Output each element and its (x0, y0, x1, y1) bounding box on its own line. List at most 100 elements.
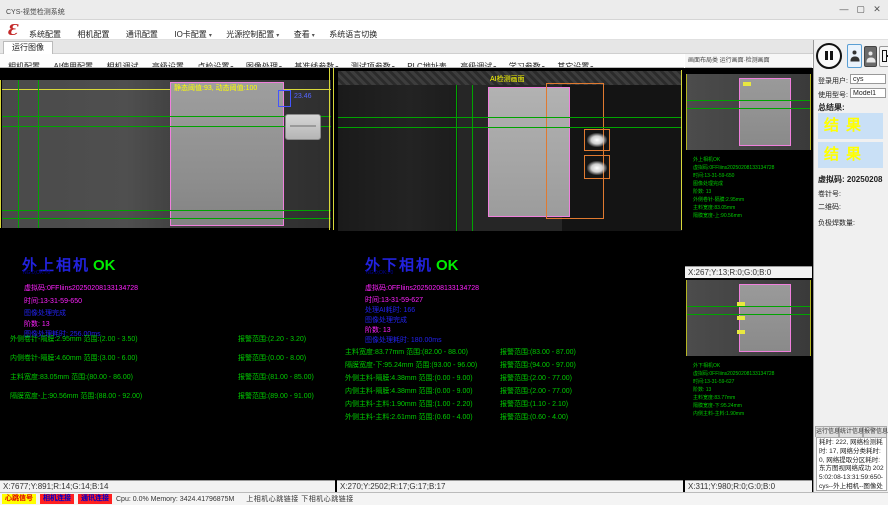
green-guide-line (338, 117, 682, 118)
neg-weld-count-label: 负极焊数量: (818, 218, 855, 228)
mini-view-bottom: 外下相机OK虚拟码:0FFIiins20250208133134728时间:13… (685, 278, 812, 492)
cpu-memory-text: Cpu: 0.0% Memory: 3424.41796875M (116, 496, 234, 503)
maximize-button[interactable]: ▢ (853, 4, 867, 15)
title-bar: CYS-视觉检测系统 — ▢ ✕ (0, 0, 888, 20)
close-button[interactable]: ✕ (870, 4, 884, 15)
toolbar-item[interactable]: 高级设置 (148, 61, 189, 68)
ai-detect-box (546, 83, 604, 219)
toolbar: 相机配置 AI使用配置 相机调试 高级设置 点检设置▾ 图像处理▾ 基准线参数▾… (0, 54, 684, 68)
mini-info-line: 主料宽度:83.77mm (693, 394, 774, 402)
virtual-code-value: 20250208 (847, 175, 883, 184)
machine-part (338, 85, 458, 231)
overlay-mark (737, 316, 745, 320)
tab-strip: 运行图像 (0, 40, 813, 54)
camera-image-middle[interactable]: AI检测画面 (338, 71, 682, 231)
toolbar-item[interactable]: 相机配置 (4, 61, 45, 68)
login-user-label: 登录用户: (818, 76, 848, 86)
toolbar-item[interactable]: 点检设置▾ (193, 61, 237, 68)
layout-selector-bar[interactable]: 画面布局类 运行画面·检测画面 (685, 54, 812, 68)
toolbar-item[interactable]: 高级调试▾ (456, 61, 500, 68)
exit-button[interactable] (879, 46, 888, 67)
material-region (170, 82, 284, 226)
barcode-text: 虚拟码:0FFIiins20250208133134728 (365, 283, 479, 293)
measurement-row: 内侧主料-主料:1.90mm 范围:(1.00 - 2.20) 报警范围:(1.… (345, 401, 576, 408)
menu-item[interactable]: IO卡配置▾ (169, 29, 216, 40)
camera-connection-badge: 相机连接 (40, 494, 74, 504)
green-guide-line (2, 116, 331, 117)
green-guide-line (687, 306, 810, 307)
sidebar: 登录用户: 使用型号: 总结果: 结果 结果 虚拟码: 20250208 卷针号… (813, 40, 888, 492)
status-bar: 心跳信号 相机连接 通讯连接 Cpu: 0.0% Memory: 3424.41… (0, 492, 888, 505)
measurement-row: 主料宽度:83.05mm 范围:(80.00 - 86.00) 报警范围:(81… (10, 374, 314, 381)
camera-heartbeat-text: 上相机心跳链接 下相机心跳链接 (246, 494, 353, 504)
virtual-code-row: 虚拟码: 20250208 (818, 174, 883, 185)
mini-info-line: 虚拟码:0FFIiins20250208133134728 (693, 370, 774, 378)
user-login-button[interactable] (847, 44, 862, 68)
chevron-down-icon: ▾ (209, 33, 212, 39)
toolbar-item[interactable]: PLC地址表 (403, 61, 452, 68)
ok-status: OK (436, 257, 459, 274)
process-done-text: 图像处理完成 (365, 315, 407, 325)
toolbar-item[interactable]: 学习参数▾ (505, 61, 549, 68)
weld-spot (587, 161, 607, 175)
toolbar-item[interactable]: AI使用配置 (49, 61, 98, 68)
model-field[interactable] (850, 88, 886, 98)
ok-status: OK (93, 257, 116, 274)
comm-connection-badge: 通讯连接 (78, 494, 112, 504)
elapsed-text: 图像处理耗时: 180.00ms (365, 335, 442, 345)
toolbar-item[interactable]: 图像处理▾ (242, 61, 286, 68)
measurement-row: 隔膜宽度-下:95.24mm 范围:(93.00 - 96.00) 报警范围:(… (345, 362, 576, 369)
menu-item[interactable]: 系统语言切换 (324, 29, 384, 40)
operator-button[interactable] (864, 46, 877, 67)
info-tab[interactable]: 运行信息 (815, 426, 839, 437)
chevron-down-icon: ▾ (312, 33, 315, 39)
coordinate-bar: X:311;Y:980;R:0;G:0;B:0 (685, 480, 812, 492)
pin-number-label: 卷针号: (818, 189, 841, 199)
menu-item[interactable]: 通讯配置 (121, 29, 165, 40)
menu-item[interactable]: 系统配置 (24, 29, 68, 40)
mini-info-line: 时间:13-31-59-650 (693, 172, 774, 180)
barcode-text: 虚拟码:0FFIiins20250208133134728 (24, 283, 138, 293)
toolbar-item[interactable]: 其它设置▾ (553, 61, 597, 68)
measurement-row: 内侧主料-隔膜:4.38mm 范围:(0.00 - 9.00) 报警范围:(2.… (345, 388, 576, 395)
menu-item[interactable]: 光源控制配置▾ (221, 29, 284, 40)
coordinate-bar: X:270;Y:2502;R:17;G:17;B:17 (337, 480, 683, 492)
tab-run-image[interactable]: 运行图像 (3, 41, 53, 54)
mini-info-line: 主料宽度:83.05mm (693, 204, 774, 212)
toolbar-item[interactable]: 基准线参数▾ (290, 61, 342, 68)
mini-info-line: 阶数: 13 (693, 386, 774, 394)
user-icon (866, 51, 875, 62)
yellow-guide-line (0, 80, 1, 228)
measurement-row: 内侧卷针-隔膜:4.60mm 范围:(3.00 - 6.00) 报警范围:(0.… (10, 355, 314, 362)
pause-button[interactable] (816, 43, 842, 69)
coordinate-bar: X:7677;Y:891;R:14;G:14;B:14 (0, 480, 335, 492)
measurement-row: 主料宽度:83.77mm 范围:(82.00 - 88.00) 报警范围:(83… (345, 349, 576, 356)
overlay-mark (737, 302, 745, 306)
mini-camera-image[interactable] (686, 74, 811, 150)
app-title: CYS-视觉检测系统 (6, 7, 65, 17)
qr-code-label: 二维码: (818, 202, 841, 212)
green-guide-line (687, 314, 810, 315)
info-tab[interactable]: 报警信息 (863, 426, 887, 437)
login-user-field[interactable] (850, 74, 886, 84)
camera-image-left[interactable]: 23.46 静态阈值:93, 动态阈值:100 (2, 80, 331, 228)
minimize-button[interactable]: — (837, 4, 851, 14)
mini-info-line: 时间:13-31-59-627 (693, 378, 774, 386)
heartbeat-status-badge: 心跳信号 (2, 494, 36, 504)
green-guide-line (687, 100, 810, 101)
ai-overlay-text: AI检测画面 (490, 74, 525, 84)
menu-bar: Ɛ 系统配置 相机配置 通讯配置 IO卡配置▾ 光源控制配置▾ 查看▾ 系统语言… (0, 20, 888, 40)
mini-camera-image[interactable] (686, 280, 811, 356)
green-guide-line (2, 126, 331, 127)
info-tab[interactable]: 统计信息 (839, 426, 863, 437)
menu-item[interactable]: 查看▾ (289, 29, 320, 40)
mini-info-line: 外下相机OK (693, 362, 774, 370)
count-sub-label: NG:0;OK:70 (366, 270, 393, 276)
mini-info-line: 虚拟码:0FFIiins20250208133134728 (693, 164, 774, 172)
menu-item[interactable]: 相机配置 (72, 29, 116, 40)
toolbar-item[interactable]: 相机调试 (102, 61, 143, 68)
toolbar-item[interactable]: 测试项参数▾ (347, 61, 399, 68)
mini-info-line: 外上相机OK (693, 156, 774, 164)
mini-info-line: 隔膜宽度-下:95.24mm (693, 402, 774, 410)
mini-info-line: 隔膜宽度-上:90.56mm (693, 212, 774, 220)
